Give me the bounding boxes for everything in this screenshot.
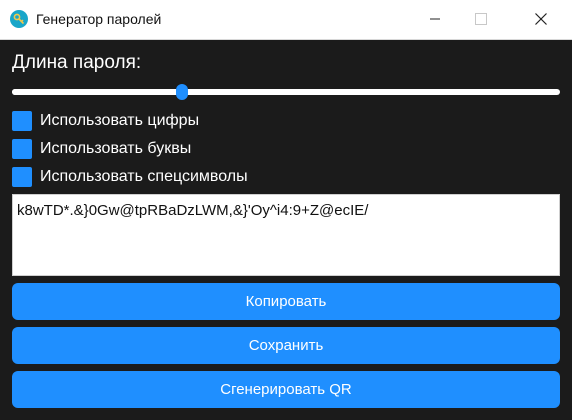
symbols-label: Использовать спецсимволы (40, 168, 248, 185)
title-bar: Генератор паролей (0, 0, 572, 40)
letters-checkbox[interactable] (12, 139, 32, 159)
window-title: Генератор паролей (36, 11, 162, 27)
length-slider-fill (12, 89, 182, 95)
letters-label: Использовать буквы (40, 140, 192, 157)
length-slider[interactable] (12, 89, 560, 95)
save-button[interactable]: Сохранить (12, 327, 560, 364)
generate-qr-button[interactable]: Сгенерировать QR (12, 371, 560, 408)
minimize-icon (430, 18, 440, 20)
minimize-button[interactable] (412, 0, 458, 39)
digits-checkbox[interactable] (12, 111, 32, 131)
copy-button[interactable]: Копировать (12, 283, 560, 320)
length-slider-thumb[interactable] (175, 84, 188, 100)
maximize-icon (475, 13, 487, 25)
password-length-label: Длина пароля: (12, 52, 142, 73)
close-button[interactable] (518, 0, 564, 39)
password-output[interactable]: k8wTD*.&}0Gw@tpRBaDzLWM,&}'Oy^i4:9+Z@ecI… (12, 194, 560, 276)
key-icon (10, 10, 28, 28)
symbols-checkbox[interactable] (12, 167, 32, 187)
maximize-button[interactable] (458, 0, 504, 39)
digits-label: Использовать цифры (40, 112, 200, 129)
close-icon (535, 13, 547, 25)
app-window: Генератор паролей Длина пароля: Использо… (0, 0, 572, 420)
